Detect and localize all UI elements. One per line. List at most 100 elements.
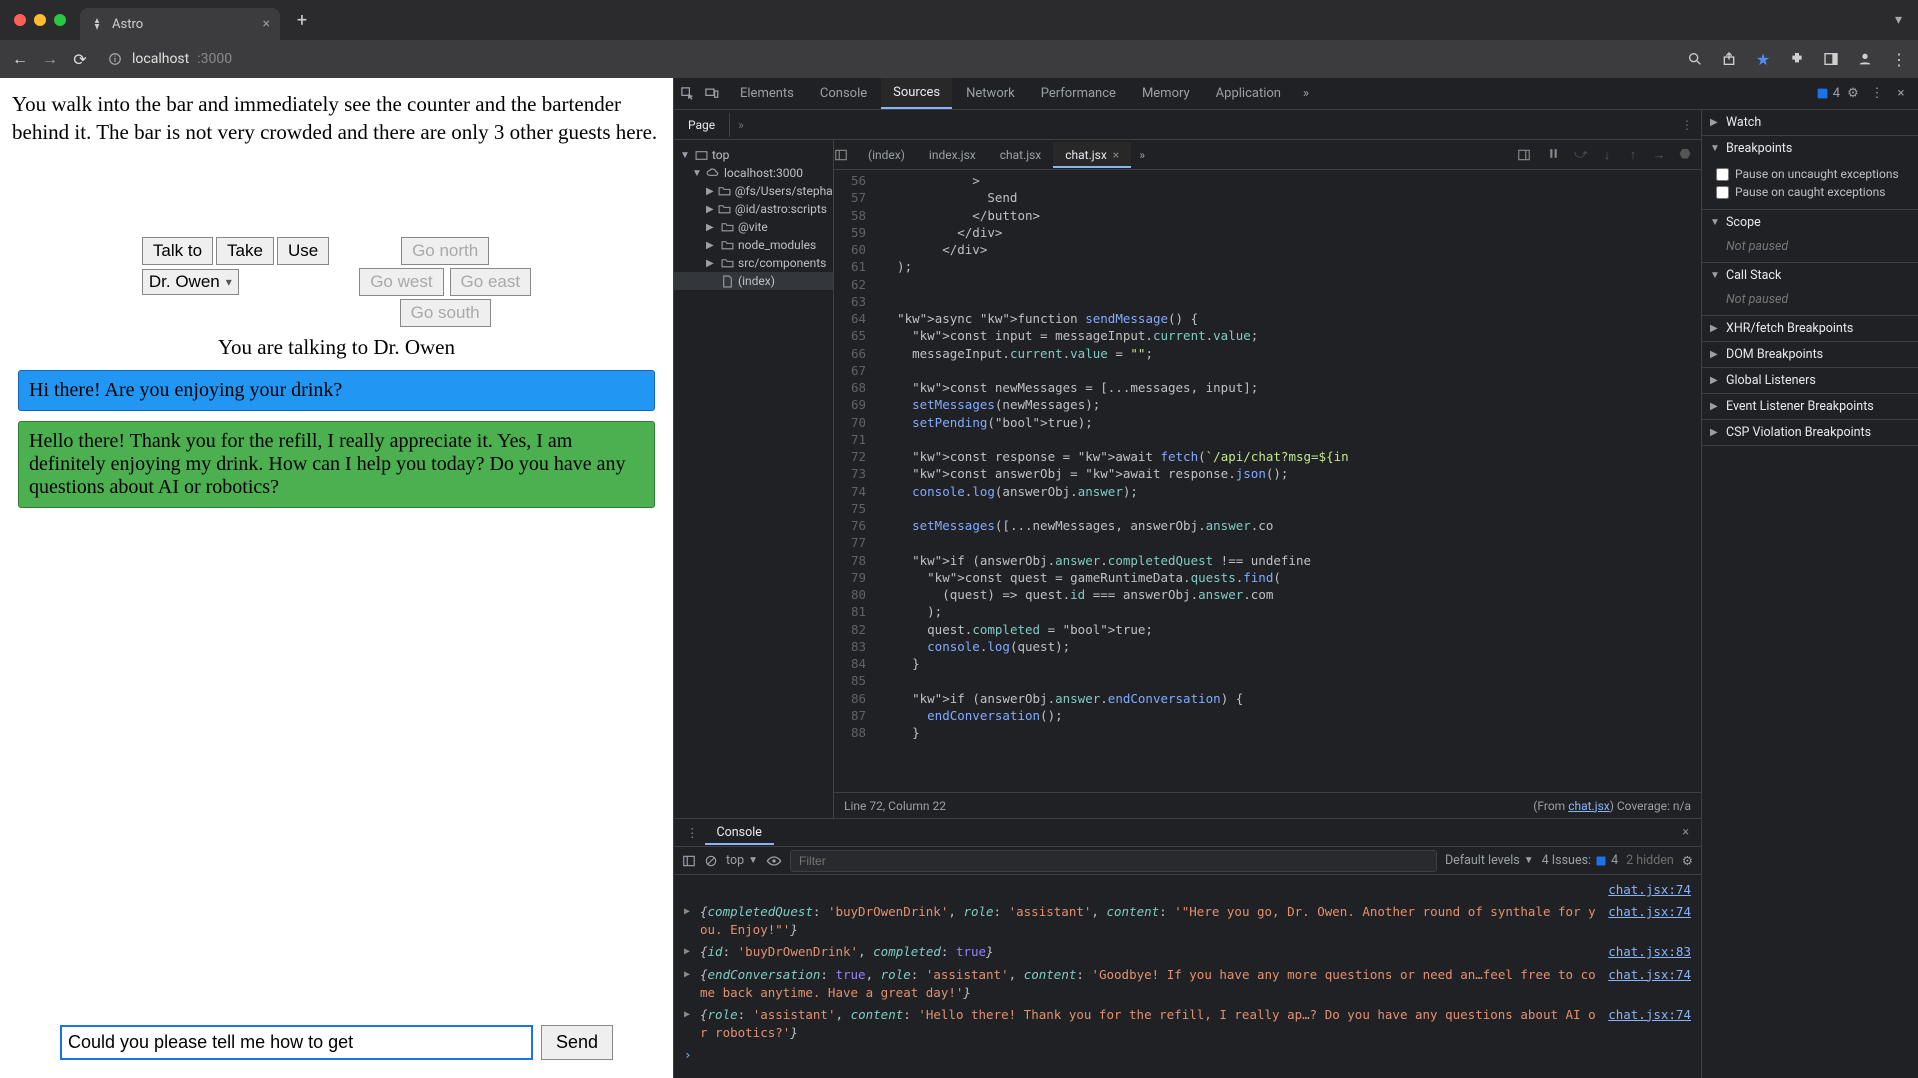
log-source-link[interactable]: chat.jsx:74 <box>1608 903 1691 939</box>
extensions-icon[interactable] <box>1788 50 1806 68</box>
file-tree-folder[interactable]: ▶@id/astro:scripts <box>674 200 833 218</box>
close-tab-icon[interactable]: × <box>263 16 270 32</box>
step-into-icon[interactable]: ↓ <box>1599 147 1615 163</box>
go-east-button[interactable]: Go east <box>450 268 532 296</box>
bookmark-icon[interactable]: ★ <box>1754 50 1772 68</box>
csp-breakpoints-section[interactable]: ▶CSP Violation Breakpoints <box>1702 420 1918 445</box>
back-button[interactable]: ← <box>10 49 30 69</box>
more-panes-icon[interactable]: » <box>730 118 752 132</box>
caught-exceptions-checkbox[interactable]: Pause on caught exceptions <box>1716 183 1910 201</box>
xhr-breakpoints-section[interactable]: ▶XHR/fetch Breakpoints <box>1702 316 1918 341</box>
watch-section[interactable]: ▶Watch <box>1702 110 1918 135</box>
close-window-icon[interactable] <box>14 14 26 26</box>
inspect-element-icon[interactable] <box>680 86 702 101</box>
global-listeners-section[interactable]: ▶Global Listeners <box>1702 368 1918 393</box>
sources-kebab-icon[interactable]: ⋮ <box>1673 118 1701 132</box>
log-source-link[interactable]: chat.jsx:74 <box>1608 966 1691 1002</box>
file-tree-top[interactable]: ▼ top <box>674 146 833 164</box>
settings-icon[interactable]: ⚙ <box>1842 86 1864 101</box>
reload-button[interactable]: ⟳ <box>70 50 90 69</box>
browser-tab-active[interactable]: Astro × <box>80 8 280 40</box>
event-breakpoints-section[interactable]: ▶Event Listener Breakpoints <box>1702 394 1918 419</box>
chat-input[interactable] <box>60 1025 533 1060</box>
console-sidebar-icon[interactable] <box>682 854 696 868</box>
tab-memory[interactable]: Memory <box>1130 79 1202 108</box>
console-output[interactable]: chat.jsx:74▶{completedQuest: 'buyDrOwenD… <box>674 875 1701 1078</box>
device-toolbar-icon[interactable] <box>704 86 726 101</box>
site-info-icon[interactable] <box>106 50 124 68</box>
console-log-entry[interactable]: ▶{endConversation: true, role: 'assistan… <box>674 964 1701 1004</box>
console-filter-input[interactable] <box>790 850 1437 872</box>
log-source-link[interactable]: chat.jsx:74 <box>1608 881 1691 899</box>
file-tab-active[interactable]: chat.jsx× <box>1053 142 1131 168</box>
tab-sources[interactable]: Sources <box>881 78 952 109</box>
more-files-icon[interactable]: » <box>1131 148 1153 162</box>
console-log-entry[interactable]: ▶{role: 'assistant', content: 'Hello the… <box>674 1004 1701 1044</box>
console-settings-icon[interactable]: ⚙ <box>1682 853 1693 869</box>
callstack-section[interactable]: ▼Call Stack <box>1702 263 1918 288</box>
console-log-entry[interactable]: ▶{id: 'buyDrOwenDrink', completed: true}… <box>674 941 1701 963</box>
close-drawer-icon[interactable]: × <box>1676 825 1695 840</box>
file-tree-file[interactable]: (index) <box>674 272 833 290</box>
new-tab-button[interactable]: + <box>290 10 314 31</box>
live-expression-icon[interactable] <box>766 855 782 867</box>
uncaught-exceptions-checkbox[interactable]: Pause on uncaught exceptions <box>1716 165 1910 183</box>
expand-log-icon[interactable]: ▶ <box>684 1006 694 1042</box>
step-out-icon[interactable]: ↑ <box>1625 147 1641 163</box>
file-tab[interactable]: index.jsx <box>917 142 988 168</box>
expand-log-icon[interactable]: ▶ <box>684 966 694 1002</box>
file-tree-folder[interactable]: ▶@fs/Users/stepha <box>674 182 833 200</box>
drawer-kebab-icon[interactable]: ⋮ <box>680 825 705 841</box>
step-over-icon[interactable]: ⤻ <box>1573 147 1589 163</box>
file-tab[interactable]: chat.jsx <box>988 142 1054 168</box>
go-west-button[interactable]: Go west <box>359 268 443 296</box>
scope-section[interactable]: ▼Scope <box>1702 210 1918 235</box>
log-source-link[interactable]: chat.jsx:74 <box>1608 1006 1691 1042</box>
minimize-window-icon[interactable] <box>34 14 46 26</box>
tab-overflow-icon[interactable]: ▾ <box>1895 12 1908 28</box>
more-tabs-icon[interactable]: » <box>1295 86 1317 101</box>
breakpoints-section[interactable]: ▼Breakpoints <box>1702 136 1918 161</box>
log-level-select[interactable]: Default levels ▼ <box>1445 853 1534 868</box>
clear-console-icon[interactable] <box>704 854 718 868</box>
toggle-navigator-icon[interactable] <box>834 148 856 162</box>
tab-performance[interactable]: Performance <box>1029 79 1128 108</box>
issues-badge[interactable]: 4 <box>1816 86 1840 101</box>
take-button[interactable]: Take <box>216 237 274 265</box>
deactivate-breakpoints-icon[interactable]: ⬣ <box>1677 147 1693 163</box>
expand-log-icon[interactable]: ▶ <box>684 903 694 939</box>
console-log-entry[interactable]: ▶{completedQuest: 'buyDrOwenDrink', role… <box>674 901 1701 941</box>
send-button[interactable]: Send <box>541 1025 613 1060</box>
menu-icon[interactable]: ⋮ <box>1890 50 1908 68</box>
go-south-button[interactable]: Go south <box>400 299 491 327</box>
hidden-count[interactable]: 2 hidden <box>1626 853 1674 868</box>
kebab-menu-icon[interactable]: ⋮ <box>1866 86 1888 101</box>
pause-script-icon[interactable] <box>1547 147 1563 163</box>
file-tree-folder[interactable]: ▶@vite <box>674 218 833 236</box>
profile-icon[interactable] <box>1856 50 1874 68</box>
step-icon[interactable]: → <box>1651 147 1667 163</box>
maximize-window-icon[interactable] <box>54 14 66 26</box>
tab-elements[interactable]: Elements <box>728 79 806 108</box>
file-tree-folder[interactable]: ▶src/components <box>674 254 833 272</box>
page-pane-tab[interactable]: Page <box>674 113 730 137</box>
file-tree-folder[interactable]: ▶node_modules <box>674 236 833 254</box>
npc-select[interactable]: Dr. Owen ▾ <box>142 269 239 295</box>
address-bar[interactable]: localhost:3000 <box>106 50 232 68</box>
close-file-icon[interactable]: × <box>1113 148 1119 162</box>
drawer-console-tab[interactable]: Console <box>705 820 774 845</box>
console-prompt[interactable]: › <box>674 1044 1701 1066</box>
sidepanel-icon[interactable] <box>1822 50 1840 68</box>
console-issues-label[interactable]: 4 Issues: 4 <box>1542 853 1618 868</box>
dom-breakpoints-section[interactable]: ▶DOM Breakpoints <box>1702 342 1918 367</box>
file-tree-host[interactable]: ▼ localhost:3000 <box>674 164 833 182</box>
code-editor[interactable]: 56 57 58 59 60 61 62 63 64 65 66 67 68 6… <box>834 170 1701 792</box>
search-icon[interactable] <box>1686 50 1704 68</box>
go-north-button[interactable]: Go north <box>401 237 489 265</box>
tab-network[interactable]: Network <box>954 79 1027 108</box>
toggle-debugger-icon[interactable] <box>1517 148 1539 162</box>
log-source-link[interactable]: chat.jsx:83 <box>1608 943 1691 961</box>
talk-to-button[interactable]: Talk to <box>142 237 213 265</box>
forward-button[interactable]: → <box>40 49 60 69</box>
close-devtools-icon[interactable]: × <box>1890 86 1912 101</box>
